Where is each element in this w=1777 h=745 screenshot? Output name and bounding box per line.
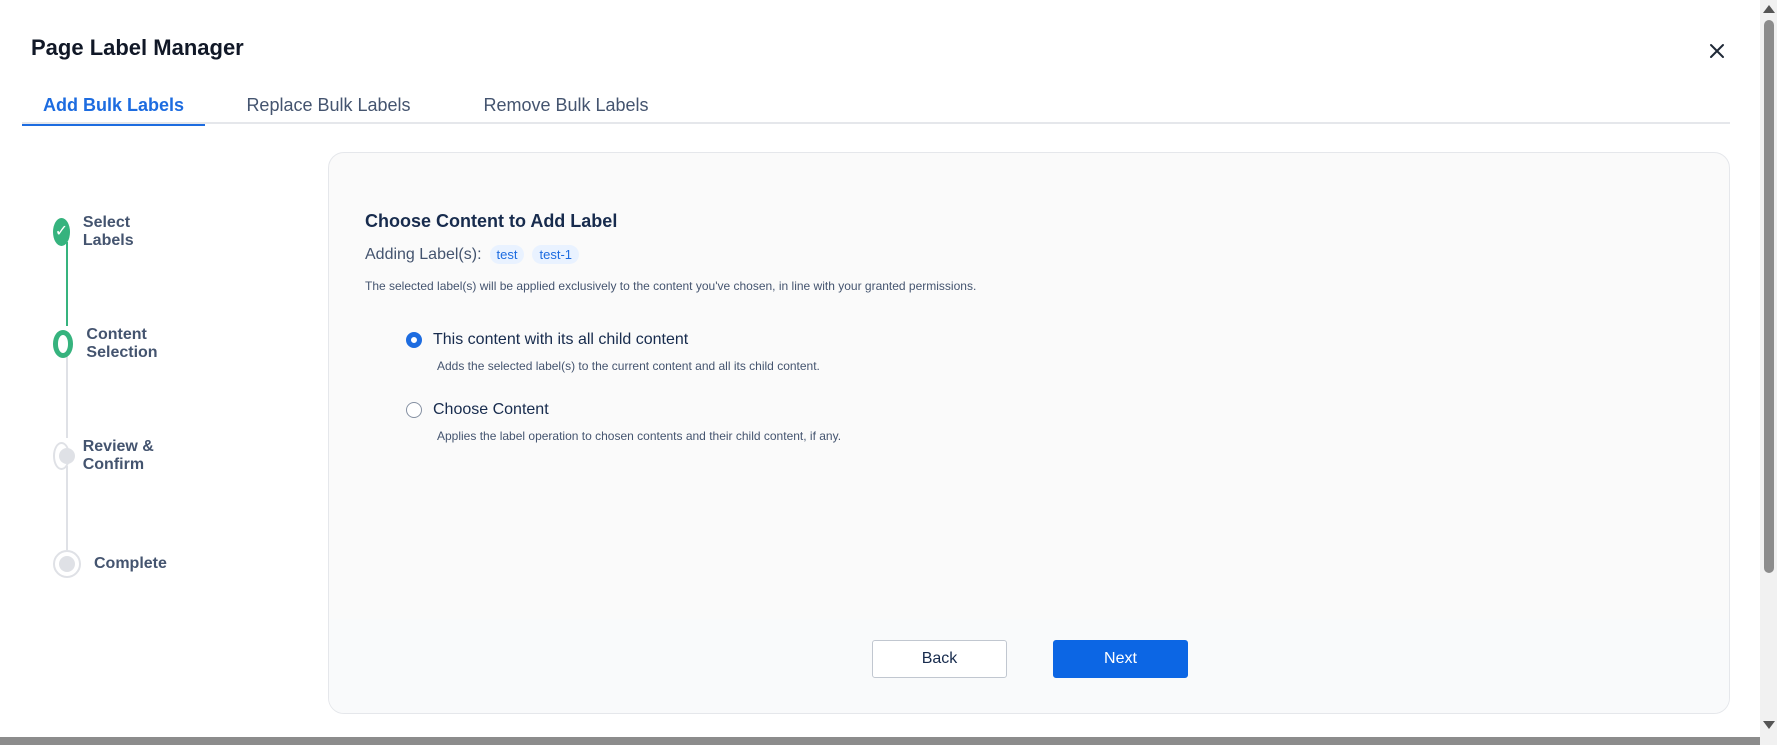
adding-labels-row: Adding Label(s): test test-1 <box>365 245 587 264</box>
step-connector-2 <box>66 354 68 438</box>
step-complete: Complete <box>53 550 167 578</box>
check-icon: ✓ <box>53 218 70 246</box>
tab-remove-bulk-labels[interactable]: Remove Bulk Labels <box>452 86 680 124</box>
radio-all-child-content[interactable] <box>406 332 422 348</box>
option-row: Choose Content <box>406 401 841 419</box>
page-label-manager-dialog: Page Label Manager Add Bulk Labels Repla… <box>0 0 1777 745</box>
adding-labels-prefix: Adding Label(s): <box>365 245 482 263</box>
option-choose-content: Choose Content Applies the label operati… <box>406 401 841 443</box>
check-glyph: ✓ <box>54 223 69 240</box>
close-button[interactable] <box>1702 36 1732 66</box>
tab-replace-bulk-labels[interactable]: Replace Bulk Labels <box>205 86 452 124</box>
permissions-description: The selected label(s) will be applied ex… <box>365 279 977 293</box>
dialog-title: Page Label Manager <box>31 35 244 60</box>
option-label[interactable]: Choose Content <box>433 401 549 419</box>
step-label: Select Labels <box>82 214 134 249</box>
vertical-scrollbar[interactable] <box>1760 0 1777 745</box>
option-label[interactable]: This content with its all child content <box>433 331 688 349</box>
tab-bar: Add Bulk Labels Replace Bulk Labels Remo… <box>22 86 1730 126</box>
next-button[interactable]: Next <box>1053 640 1188 678</box>
section-title: Choose Content to Add Label <box>365 211 618 231</box>
pending-step-indicator <box>53 442 75 470</box>
step-select-labels: ✓ Select Labels <box>53 214 145 250</box>
card-footer <box>329 619 1729 713</box>
scroll-up-arrow-icon[interactable] <box>1763 5 1775 13</box>
option-description: Adds the selected label(s) to the curren… <box>437 359 820 373</box>
step-content-selection: Content Selection <box>53 326 165 362</box>
horizontal-scrollbar[interactable] <box>0 737 1760 745</box>
option-row: This content with its all child content <box>406 331 820 349</box>
step-label: Complete <box>94 555 167 572</box>
step-review-confirm: Review & Confirm <box>53 438 155 474</box>
tab-add-bulk-labels[interactable]: Add Bulk Labels <box>22 86 205 126</box>
label-chip: test-1 <box>532 245 579 264</box>
current-step-indicator <box>53 330 74 358</box>
label-chip: test <box>489 245 525 264</box>
option-description: Applies the label operation to chosen co… <box>437 429 842 443</box>
scroll-down-arrow-icon[interactable] <box>1763 721 1775 729</box>
step-connector-3 <box>66 466 68 550</box>
scrollbar-thumb[interactable] <box>1764 20 1774 573</box>
radio-choose-content[interactable] <box>406 402 422 418</box>
content-selection-card: Choose Content to Add Label Adding Label… <box>328 152 1730 714</box>
step-label: Content Selection <box>86 326 158 361</box>
pending-step-indicator <box>53 550 81 578</box>
back-button[interactable]: Back <box>872 640 1007 678</box>
step-connector-1 <box>66 242 68 326</box>
close-icon <box>1710 44 1724 58</box>
step-label: Review & Confirm <box>82 438 154 473</box>
option-all-child-content: This content with its all child content … <box>406 331 820 373</box>
